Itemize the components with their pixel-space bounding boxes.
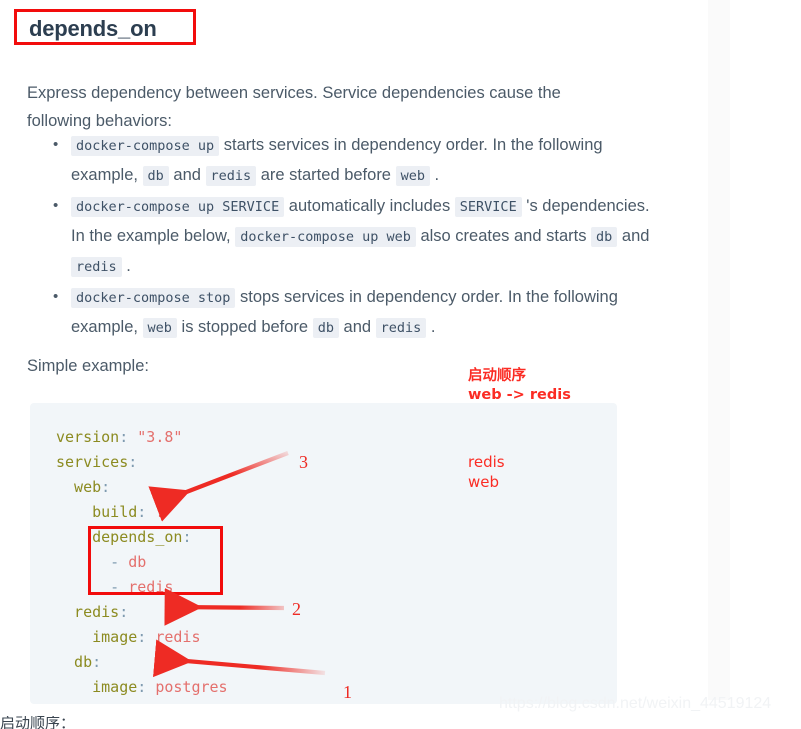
code-token: : — [137, 678, 147, 696]
startup-order-title: 启动顺序 — [468, 368, 526, 384]
depends-on-annotation-box — [88, 526, 223, 595]
code-token: web — [56, 478, 102, 496]
clipped-bottom-caption-text: 启动顺序： — [0, 716, 76, 729]
code-token: : — [119, 603, 129, 621]
arrow-number-3: 3 — [299, 452, 308, 472]
behavior-text-0: docker-compose up starts services in dep… — [71, 136, 603, 186]
inline-code: redis — [71, 257, 122, 277]
inline-code: db — [312, 318, 339, 338]
inline-code: redis — [205, 166, 257, 186]
code-token: . — [146, 503, 165, 521]
inline-code: docker-compose up — [71, 136, 220, 156]
simple-example-label: Simple example: — [27, 357, 149, 375]
code-token: : — [128, 453, 138, 471]
code-token: : — [119, 428, 129, 446]
intro-paragraph: Express dependency between services. Ser… — [27, 83, 561, 130]
page-title: depends_on — [29, 16, 157, 41]
code-token: : — [137, 628, 147, 646]
service-stack-note: redis web — [468, 453, 505, 491]
inline-code: SERVICE — [454, 197, 522, 217]
behavior-text-1: docker-compose up SERVICE automatically … — [71, 197, 650, 277]
list-item: docker-compose up SERVICE automatically … — [53, 191, 651, 282]
behavior-text-2: docker-compose stop stops services in de… — [71, 288, 618, 338]
document-body: depends_on Express dependency between se… — [0, 0, 708, 729]
arrow-number-2: 2 — [292, 599, 301, 619]
behaviors-list: docker-compose up starts services in dep… — [47, 130, 651, 344]
code-token: build — [56, 503, 138, 521]
inline-code: docker-compose stop — [71, 288, 236, 308]
code-token: version — [56, 428, 120, 446]
page-right-margin-band — [708, 0, 730, 700]
code-token: : — [92, 653, 102, 671]
inline-code: web — [395, 166, 430, 186]
code-token: image — [56, 678, 138, 696]
inline-code: web — [142, 318, 177, 338]
inline-code: db — [142, 166, 169, 186]
csdn-watermark: https://blog.csdn.net/weixin_44519124 — [499, 695, 772, 712]
code-token: db — [56, 653, 93, 671]
code-token: redis — [146, 628, 201, 646]
code-token: : — [101, 478, 111, 496]
inline-code: redis — [375, 318, 427, 338]
list-item: docker-compose stop stops services in de… — [53, 282, 651, 343]
inline-code: docker-compose up web — [235, 227, 416, 247]
code-token: postgres — [146, 678, 228, 696]
code-token: : — [137, 503, 147, 521]
code-token: image — [56, 628, 138, 646]
list-item: docker-compose up starts services in dep… — [53, 130, 651, 191]
startup-order-flow: web -> redis — [468, 387, 571, 403]
title-annotation-box: depends_on — [14, 9, 196, 45]
inline-code: db — [591, 227, 618, 247]
clipped-bottom-caption: 启动顺序： — [0, 716, 400, 729]
code-token: "3.8" — [128, 428, 183, 446]
startup-order-note: 启动顺序 web -> redis — [468, 367, 571, 405]
code-token: services — [56, 453, 129, 471]
code-token: redis — [56, 603, 120, 621]
inline-code: docker-compose up SERVICE — [71, 197, 285, 217]
arrow-number-1: 1 — [343, 682, 352, 702]
